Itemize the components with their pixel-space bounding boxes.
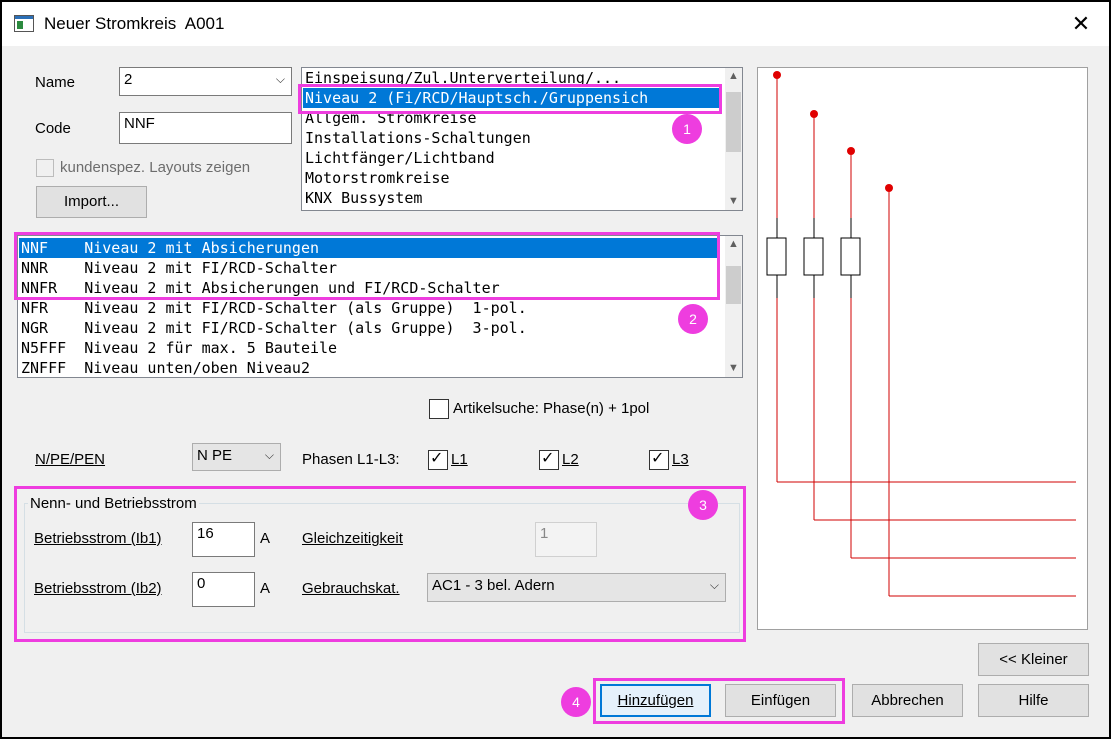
highlight-box-1 (298, 84, 722, 114)
highlight-box-2 (14, 232, 720, 300)
fuse-symbol (840, 237, 861, 276)
list-item[interactable]: NFR Niveau 2 mit FI/RCD-Schalter (als Gr… (19, 298, 527, 318)
list-item[interactable]: N5FFF Niveau 2 für max. 5 Bauteile (19, 338, 337, 358)
highlight-box-4 (593, 678, 845, 724)
name-combobox[interactable]: 2 ⌵ (119, 67, 292, 96)
name-value: 2 (124, 71, 133, 88)
check-icon: ✓ (651, 450, 665, 467)
l1-checkbox[interactable]: ✓ (428, 450, 448, 470)
scroll-thumb[interactable] (726, 266, 741, 304)
l2-checkbox[interactable]: ✓ (539, 450, 559, 470)
code-input[interactable]: NNF (119, 112, 292, 144)
badge-1: 1 (672, 114, 702, 144)
article-search-label: Artikelsuche: Phase(n) + 1pol (453, 400, 650, 417)
smaller-button[interactable]: << Kleiner (978, 643, 1089, 676)
list-item[interactable]: NGR Niveau 2 mit FI/RCD-Schalter (als Gr… (19, 318, 527, 338)
list-item[interactable]: Motorstromkreise (303, 168, 450, 188)
scroll-thumb[interactable] (726, 92, 741, 152)
npe-value: N PE (197, 447, 233, 464)
help-button[interactable]: Hilfe (978, 684, 1089, 717)
circuit-diagram (757, 67, 1088, 630)
custom-layouts-checkbox[interactable] (36, 159, 54, 177)
template-scrollbar[interactable]: ▲ ▼ (725, 236, 742, 377)
chevron-down-icon: ⌵ (275, 72, 285, 86)
scroll-down-icon[interactable]: ▼ (725, 360, 742, 377)
badge-4: 4 (561, 687, 591, 717)
l2-label: L2 (562, 451, 579, 468)
app-icon (14, 15, 34, 32)
list-item[interactable]: Installations-Schaltungen (303, 128, 531, 148)
phases-label: Phasen L1-L3: (302, 451, 400, 468)
fuse-symbol (803, 237, 824, 276)
dialog-window: Neuer Stromkreis A001 ✕ Name 2 ⌵ Code NN… (2, 2, 1109, 737)
badge-2: 2 (678, 304, 708, 334)
circuit-diagram-svg (766, 71, 1076, 597)
code-label: Code (35, 120, 71, 137)
scroll-up-icon[interactable]: ▲ (725, 68, 742, 85)
badge-3: 3 (688, 490, 718, 520)
cancel-button[interactable]: Abbrechen (852, 684, 963, 717)
check-icon: ✓ (430, 450, 444, 467)
name-label: Name (35, 74, 76, 91)
terminal-dot (773, 71, 781, 79)
l3-label: L3 (672, 451, 689, 468)
import-button[interactable]: Import... (36, 186, 147, 218)
title-bar: Neuer Stromkreis A001 ✕ (2, 2, 1109, 46)
article-search-checkbox[interactable] (429, 399, 449, 419)
window-title: Neuer Stromkreis A001 (44, 14, 225, 33)
close-icon[interactable]: ✕ (1066, 10, 1096, 40)
scroll-up-icon[interactable]: ▲ (725, 236, 742, 253)
highlight-box-3 (14, 486, 746, 642)
list-item[interactable]: KNX Bussystem (303, 188, 422, 208)
l1-label: L1 (451, 451, 468, 468)
npe-combobox[interactable]: N PE ⌵ (192, 443, 281, 471)
terminal-dot (847, 147, 855, 155)
list-item[interactable]: Lichtfänger/Lichtband (303, 148, 495, 168)
fuse-symbol (766, 237, 787, 276)
terminal-dot (810, 110, 818, 118)
check-icon: ✓ (541, 450, 555, 467)
custom-layouts-label: kundenspez. Layouts zeigen (60, 159, 251, 176)
category-scrollbar[interactable]: ▲ ▼ (725, 68, 742, 210)
list-item[interactable]: ZNFFF Niveau unten/oben Niveau2 (19, 358, 310, 377)
l3-checkbox[interactable]: ✓ (649, 450, 669, 470)
terminal-dot (885, 184, 893, 192)
scroll-down-icon[interactable]: ▼ (725, 193, 742, 210)
npe-label: N/PE/PEN (35, 451, 106, 468)
chevron-down-icon: ⌵ (264, 448, 274, 462)
